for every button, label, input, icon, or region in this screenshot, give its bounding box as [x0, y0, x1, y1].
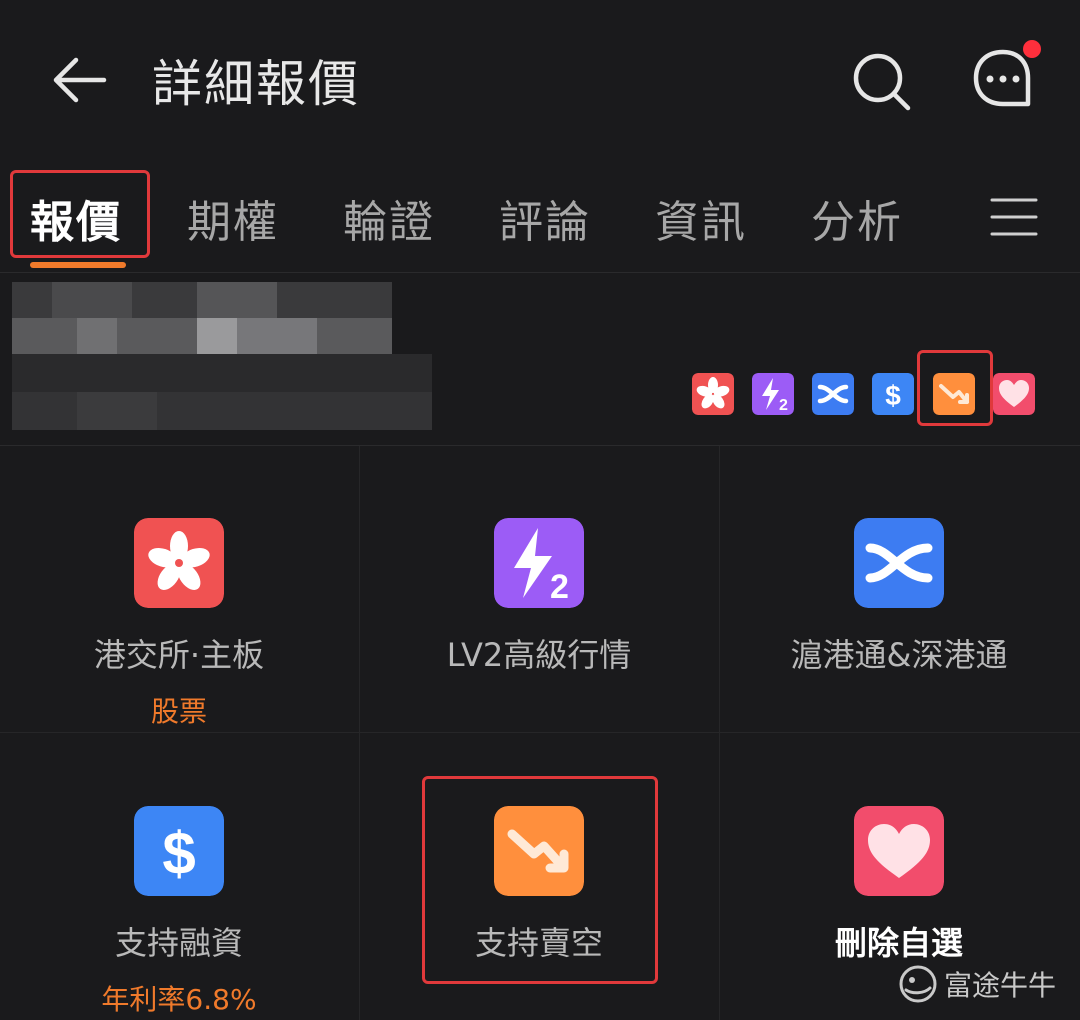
- watermark: 富途牛牛: [898, 964, 1056, 1004]
- hk-flower-badge-icon[interactable]: [692, 373, 734, 415]
- search-icon[interactable]: [850, 50, 914, 114]
- feature-label: 滬港通&深港通: [790, 636, 1008, 674]
- heart-icon: [854, 806, 944, 896]
- feature-sublabel: 股票: [150, 695, 207, 728]
- feature-label: 港交所·主板: [93, 636, 265, 674]
- feature-lv2-quotes[interactable]: 2 LV2高級行情: [360, 446, 718, 732]
- active-tab-indicator: [30, 262, 126, 268]
- tab-bar: 報價 期權 輪證 評論 資訊 分析: [0, 166, 1080, 272]
- svg-text:$: $: [885, 380, 901, 411]
- page-title: 詳細報價: [152, 55, 360, 113]
- feature-label: LV2高級行情: [446, 636, 632, 674]
- connect-badge-icon[interactable]: [812, 373, 854, 415]
- top-bar: 詳細報價: [0, 0, 1080, 160]
- notification-dot: [1023, 40, 1041, 58]
- lv2-badge-icon[interactable]: 2: [752, 373, 794, 415]
- tab-news[interactable]: 資訊: [655, 186, 747, 250]
- tab-warrants[interactable]: 輪證: [343, 186, 435, 250]
- heart-badge-icon[interactable]: [993, 373, 1035, 415]
- grid-line: [0, 732, 1080, 733]
- tab-analysis[interactable]: 分析: [811, 186, 903, 250]
- highlight-box-tab: [10, 170, 150, 258]
- svg-text:2: 2: [550, 568, 569, 606]
- feature-sublabel: 年利率6.8%: [101, 983, 257, 1016]
- divider: [0, 272, 1080, 273]
- tab-comments[interactable]: 評論: [499, 186, 591, 250]
- feature-hkex-main-board[interactable]: 港交所·主板 股票: [0, 446, 358, 732]
- feature-stock-connect[interactable]: 滬港通&深港通: [720, 446, 1078, 732]
- menu-icon[interactable]: [990, 196, 1038, 238]
- tabs-fade: [945, 166, 975, 266]
- connect-arrows-icon: [854, 518, 944, 608]
- feature-margin[interactable]: $ 支持融資 年利率6.8%: [0, 734, 358, 1020]
- watermark-text: 富途牛牛: [944, 969, 1057, 1002]
- hk-flower-icon: [134, 518, 224, 608]
- highlight-box-short-sell: [422, 776, 658, 984]
- svg-text:$: $: [162, 820, 195, 887]
- lv2-lightning-icon: 2: [494, 518, 584, 608]
- feature-label: 刪除自選: [834, 924, 963, 962]
- tab-options[interactable]: 期權: [187, 186, 279, 250]
- highlight-box-badge: [917, 350, 993, 426]
- blurred-stock-info: [12, 282, 432, 430]
- dollar-badge-icon[interactable]: $: [872, 373, 914, 415]
- feature-label: 支持融資: [114, 924, 243, 962]
- back-arrow-icon[interactable]: [46, 48, 110, 112]
- logo-icon: [899, 965, 937, 1003]
- dollar-icon: $: [134, 806, 224, 896]
- svg-text:2: 2: [779, 397, 788, 414]
